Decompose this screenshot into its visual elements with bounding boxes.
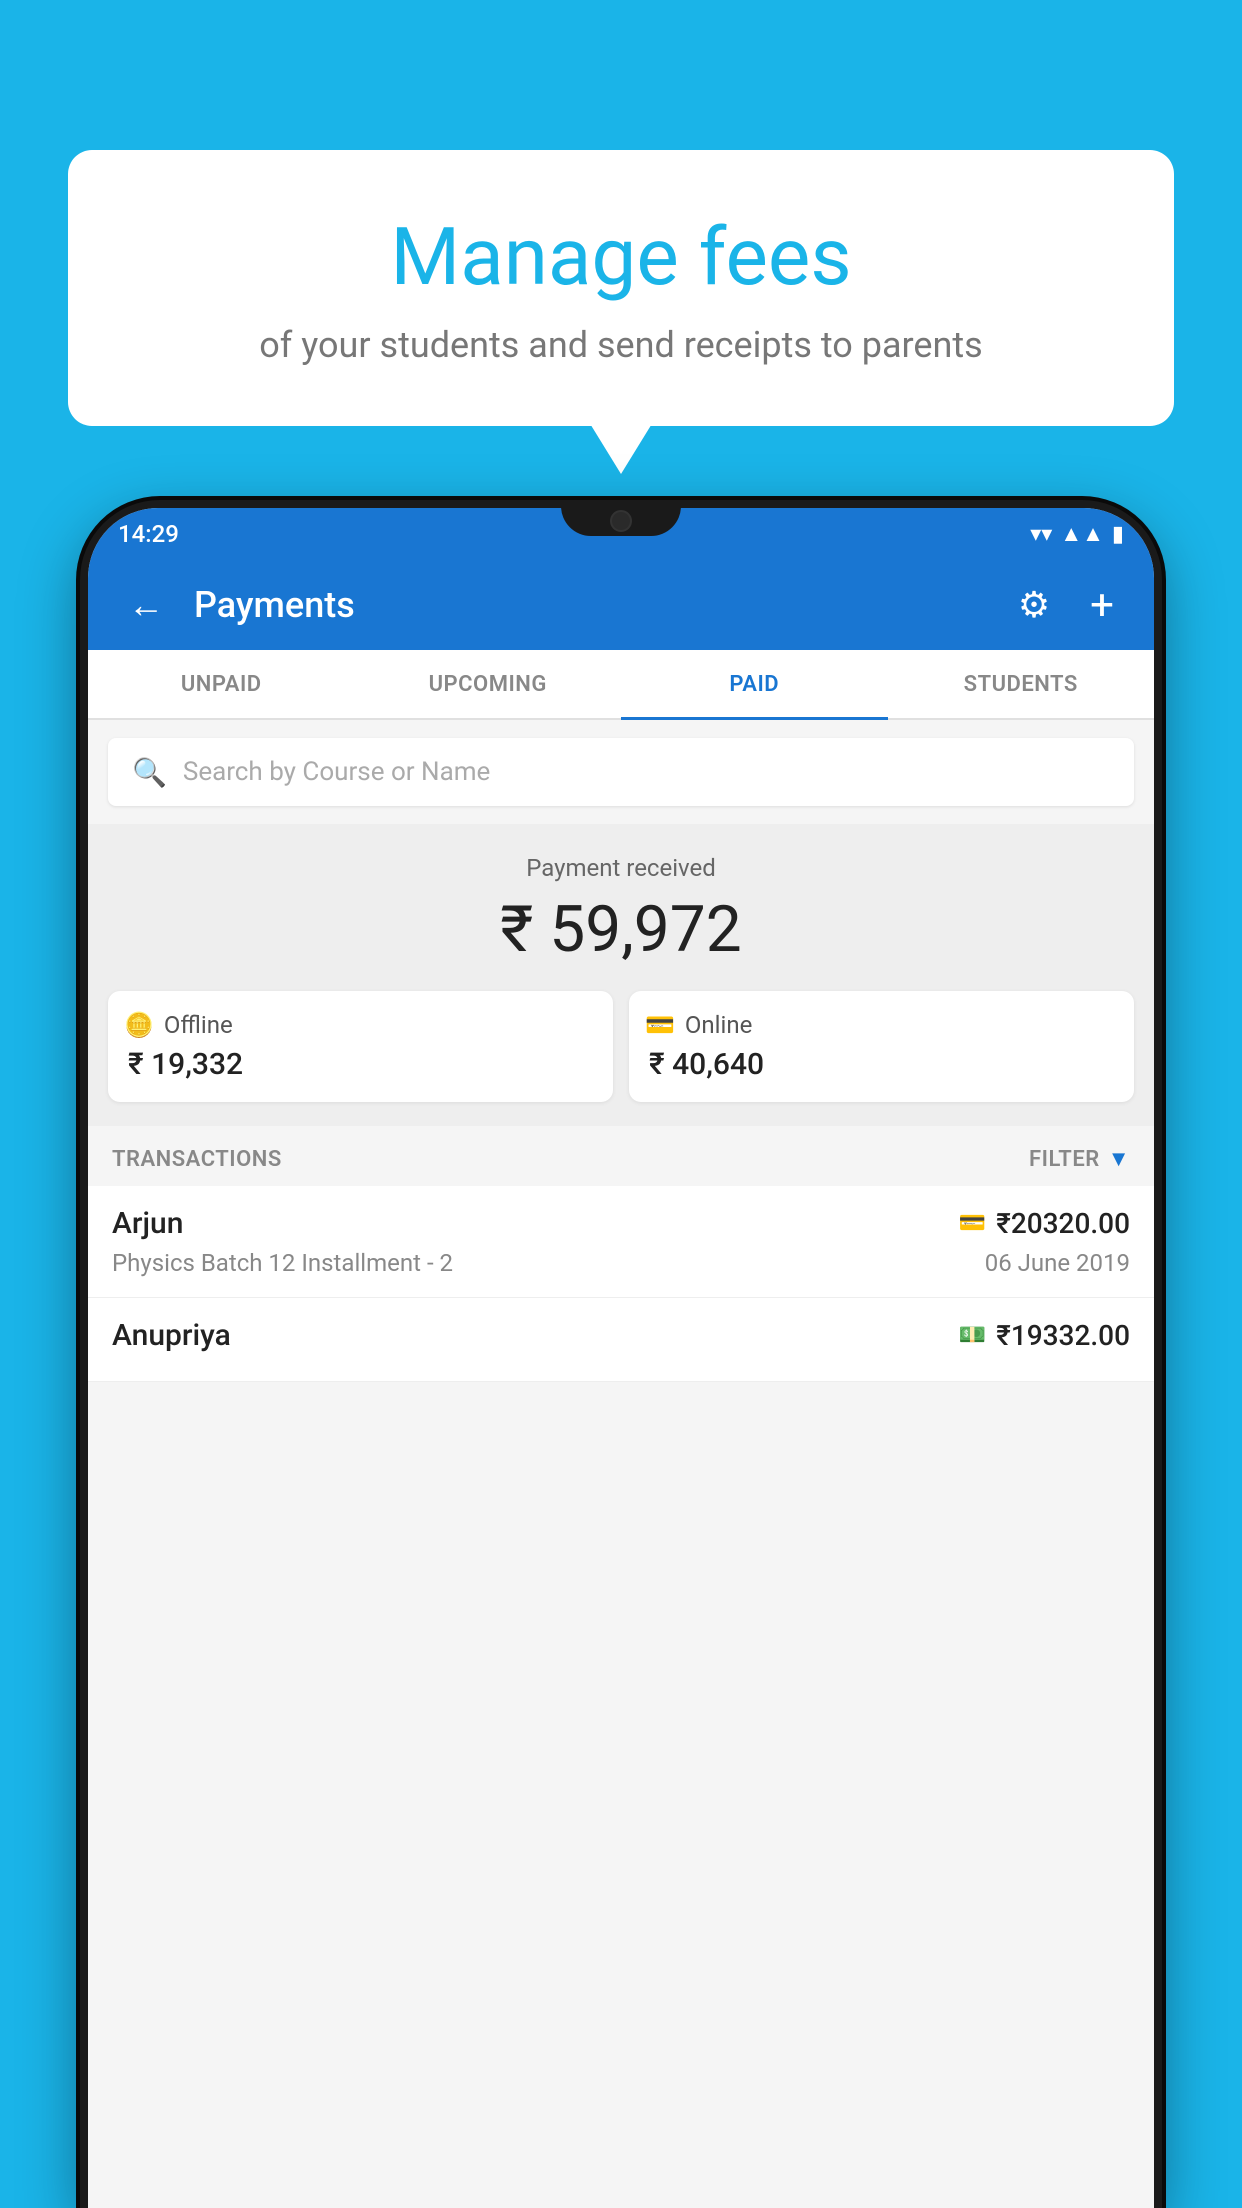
app-bar: ← Payments ⚙ + <box>88 560 1154 650</box>
search-input[interactable]: Search by Course or Name <box>183 757 490 787</box>
filter-label: FILTER <box>1029 1147 1100 1172</box>
offline-payment-card: 🪙 Offline ₹ 19,332 <box>108 991 613 1102</box>
payment-summary: Payment received ₹ 59,972 🪙 Offline ₹ 19… <box>88 824 1154 1126</box>
add-button[interactable]: + <box>1080 571 1124 640</box>
search-icon: 🔍 <box>132 756 167 789</box>
transaction-name: Arjun <box>112 1206 183 1241</box>
bubble-subtitle: of your students and send receipts to pa… <box>148 324 1094 366</box>
phone-frame: 14:29 ▾▾ ▲▲ ▮ ← Payments ⚙ + UNPAID UPCO… <box>80 500 1162 2208</box>
online-card-header: 💳 Online <box>645 1011 1118 1039</box>
offline-icon: 🪙 <box>124 1011 154 1039</box>
tabs-bar: UNPAID UPCOMING PAID STUDENTS <box>88 650 1154 720</box>
transaction-date: 06 June 2019 <box>985 1249 1130 1277</box>
front-camera <box>610 510 632 532</box>
transaction-course: Physics Batch 12 Installment - 2 <box>112 1249 453 1277</box>
transaction-item[interactable]: Arjun 💳 ₹20320.00 Physics Batch 12 Insta… <box>88 1186 1154 1298</box>
search-box[interactable]: 🔍 Search by Course or Name <box>108 738 1134 806</box>
online-icon: 💳 <box>645 1011 675 1039</box>
payment-type-icon: 💵 <box>959 1323 986 1348</box>
battery-icon: ▮ <box>1112 522 1124 547</box>
app-bar-title: Payments <box>194 584 988 626</box>
tab-unpaid[interactable]: UNPAID <box>88 652 355 720</box>
speech-bubble-container: Manage fees of your students and send re… <box>68 150 1174 426</box>
offline-label: Offline <box>164 1011 233 1039</box>
online-amount: ₹ 40,640 <box>645 1047 1118 1082</box>
transaction-row-bottom: Physics Batch 12 Installment - 2 06 June… <box>112 1249 1130 1277</box>
transaction-row-top: Anupriya 💵 ₹19332.00 <box>112 1318 1130 1353</box>
transaction-row-top: Arjun 💳 ₹20320.00 <box>112 1206 1130 1241</box>
payment-type-icon: 💳 <box>959 1211 986 1236</box>
transaction-amount: ₹19332.00 <box>996 1319 1130 1352</box>
tab-students[interactable]: STUDENTS <box>888 652 1155 720</box>
phone-screen: 14:29 ▾▾ ▲▲ ▮ ← Payments ⚙ + UNPAID UPCO… <box>88 508 1154 2208</box>
payment-cards: 🪙 Offline ₹ 19,332 💳 Online ₹ 40,640 <box>108 991 1134 1102</box>
transaction-amount: ₹20320.00 <box>996 1207 1130 1240</box>
online-payment-card: 💳 Online ₹ 40,640 <box>629 991 1134 1102</box>
filter-button[interactable]: FILTER ▼ <box>1029 1146 1130 1172</box>
transaction-amount-wrap: 💵 ₹19332.00 <box>959 1319 1130 1352</box>
phone-notch <box>561 500 681 536</box>
status-time: 14:29 <box>118 520 179 548</box>
wifi-icon: ▾▾ <box>1030 522 1052 547</box>
transactions-label: TRANSACTIONS <box>112 1147 282 1172</box>
settings-icon[interactable]: ⚙ <box>1008 574 1060 636</box>
transaction-amount-wrap: 💳 ₹20320.00 <box>959 1207 1130 1240</box>
offline-amount: ₹ 19,332 <box>124 1047 597 1082</box>
bubble-title: Manage fees <box>148 210 1094 304</box>
transactions-header: TRANSACTIONS FILTER ▼ <box>88 1126 1154 1186</box>
status-icons: ▾▾ ▲▲ ▮ <box>1030 521 1124 547</box>
back-button[interactable]: ← <box>118 574 174 636</box>
filter-icon: ▼ <box>1108 1146 1130 1172</box>
signal-icon: ▲▲ <box>1060 521 1104 547</box>
payment-received-label: Payment received <box>108 854 1134 882</box>
transaction-item[interactable]: Anupriya 💵 ₹19332.00 <box>88 1298 1154 1382</box>
speech-bubble: Manage fees of your students and send re… <box>68 150 1174 426</box>
transaction-name: Anupriya <box>112 1318 231 1353</box>
search-container: 🔍 Search by Course or Name <box>88 720 1154 824</box>
offline-card-header: 🪙 Offline <box>124 1011 597 1039</box>
tab-upcoming[interactable]: UPCOMING <box>355 652 622 720</box>
payment-total-amount: ₹ 59,972 <box>108 892 1134 967</box>
tab-paid[interactable]: PAID <box>621 652 888 720</box>
online-label: Online <box>685 1011 752 1039</box>
